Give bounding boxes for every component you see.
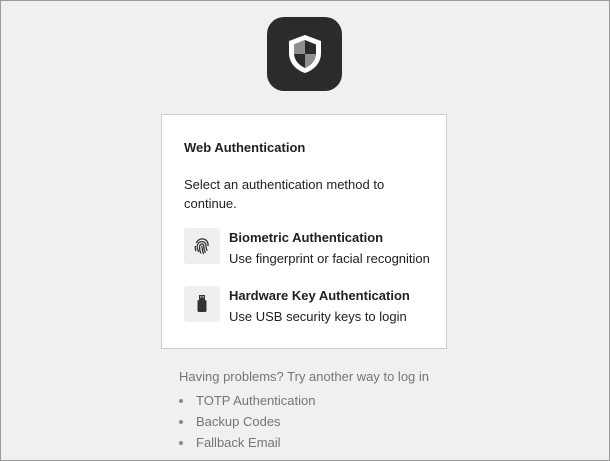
shield-icon: [288, 35, 321, 73]
biometric-method-description: Use fingerprint or facial recognition: [229, 251, 430, 266]
authentication-card: Web Authentication Select an authenticat…: [161, 114, 447, 349]
biometric-method-title: Biometric Authentication: [229, 230, 384, 245]
usb-key-icon: [197, 295, 207, 312]
fingerprint-icon-box: [184, 228, 220, 264]
alt-item-label: Backup Codes: [196, 414, 281, 429]
card-title: Web Authentication: [184, 140, 306, 155]
bullet: [179, 419, 183, 424]
fallback-email-link[interactable]: Fallback Email: [179, 432, 315, 453]
backup-codes-link[interactable]: Backup Codes: [179, 411, 315, 432]
alt-item-label: Fallback Email: [196, 435, 281, 450]
biometric-authentication-option[interactable]: Biometric Authentication Use fingerprint…: [184, 228, 444, 272]
totp-authentication-link[interactable]: TOTP Authentication: [179, 390, 315, 411]
hardware-key-method-description: Use USB security keys to login: [229, 309, 407, 324]
alternative-login-list: TOTP Authentication Backup Codes Fallbac…: [179, 390, 315, 453]
bullet: [179, 440, 183, 445]
fingerprint-icon: [194, 238, 209, 255]
usb-key-icon-box: [184, 286, 220, 322]
hardware-key-authentication-option[interactable]: Hardware Key Authentication Use USB secu…: [184, 286, 444, 330]
app-logo: [267, 17, 342, 91]
instruction-text: Select an authentication method to conti…: [184, 177, 385, 211]
bullet: [179, 398, 183, 403]
alt-item-label: TOTP Authentication: [196, 393, 316, 408]
alternative-login-heading: Having problems? Try another way to log …: [179, 369, 430, 384]
hardware-key-method-title: Hardware Key Authentication: [229, 288, 410, 303]
